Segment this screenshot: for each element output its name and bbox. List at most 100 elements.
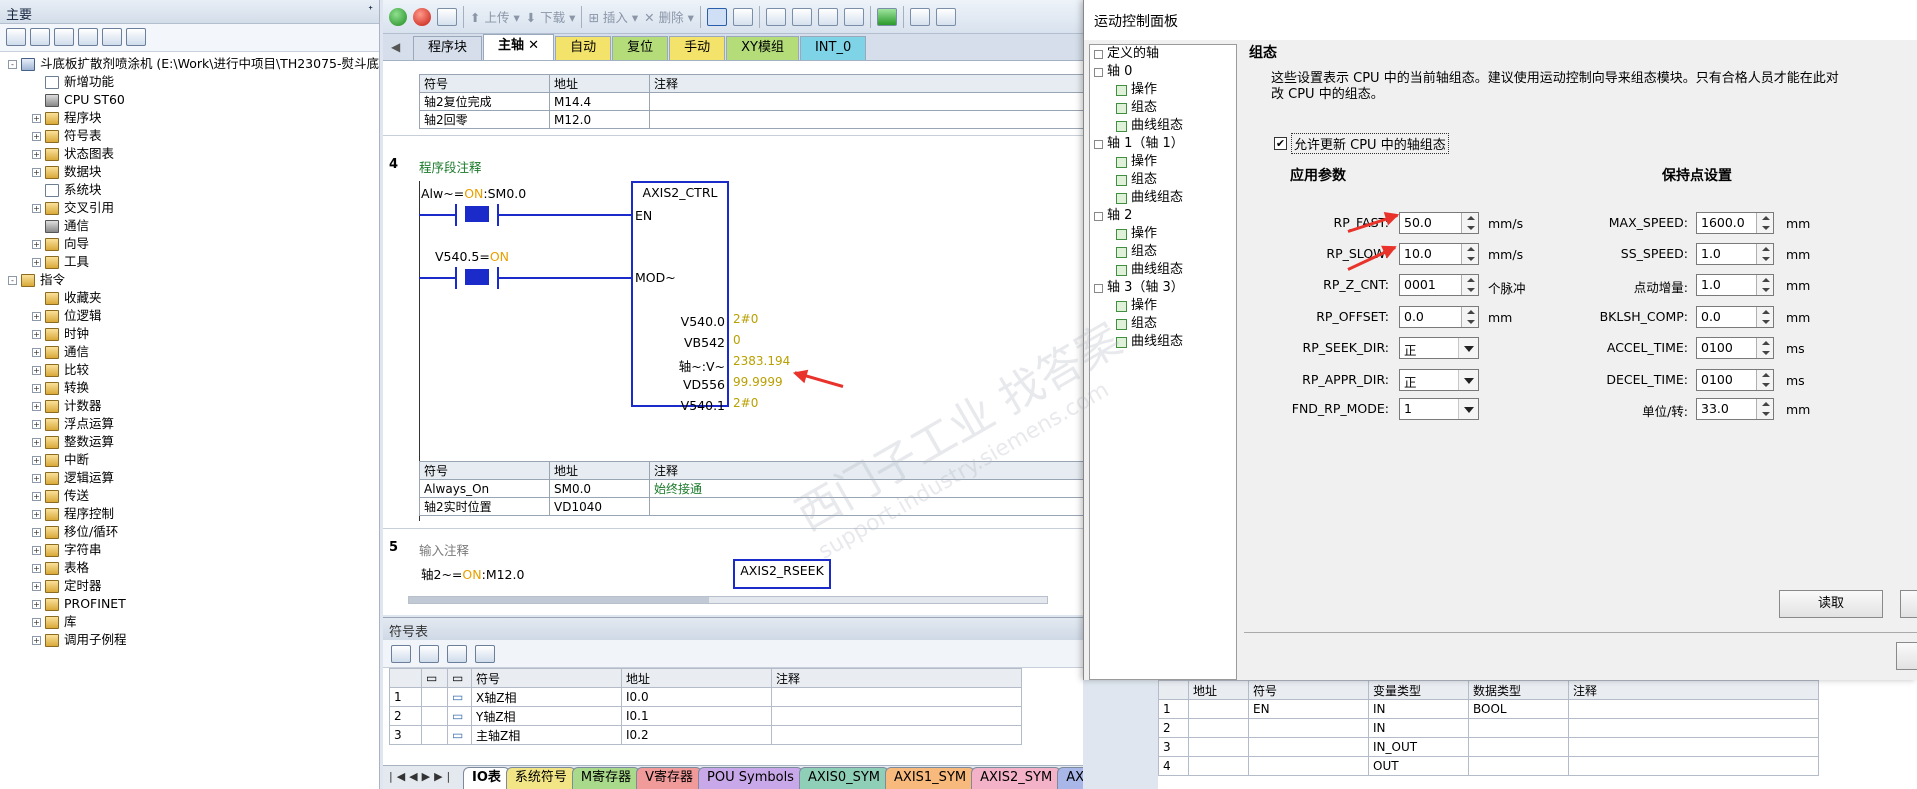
window-icon[interactable] [843,7,864,26]
add-row-icon[interactable] [391,645,411,663]
expand-icon[interactable]: + [32,113,41,123]
close-icon[interactable]: ✕ [524,38,539,53]
tree-item[interactable]: + 传送 [0,487,379,505]
tree-item[interactable]: + 转换 [0,379,379,397]
tree-item[interactable]: + 符号表 [0,127,379,145]
expand-icon[interactable]: + [32,545,41,555]
tree-item[interactable]: + 时钟 [0,325,379,343]
tree-item[interactable]: 系统块 [0,181,379,199]
expand-icon[interactable]: + [32,329,41,339]
tree-item[interactable]: + 位逻辑 [0,307,379,325]
tree-item[interactable]: + 程序控制 [0,505,379,523]
expand-icon[interactable]: + [32,131,41,141]
symtab-1[interactable]: 系统符号 [505,767,576,789]
upload-button[interactable]: ⬆ 上传 ▾ [470,7,520,26]
expand-icon[interactable]: + [32,491,41,501]
tree-item[interactable]: + 向导 [0,235,379,253]
spinner-arrows-icon[interactable] [1756,244,1773,264]
tab-4[interactable]: 手动 [669,36,726,60]
expand-icon[interactable]: + [32,203,41,213]
tree-item[interactable]: + 移位/循环 [0,523,379,541]
expand-icon[interactable]: + [32,149,41,159]
param-spin-input[interactable]: 10.0 [1399,243,1479,265]
function-block-axis2-ctrl[interactable]: AXIS2_CTRL EN MOD~ V540.0 VB542 轴~:V~ VD… [631,181,729,413]
expand-icon[interactable]: + [32,437,41,447]
expand-icon[interactable]: + [32,257,41,267]
axis-tree-item[interactable]: 轴 2 [1090,207,1236,225]
grid-icon[interactable] [30,28,50,46]
expand-icon[interactable]: + [32,383,41,393]
window-icon[interactable] [791,7,812,26]
axis-tree-item[interactable]: 操作 [1090,153,1236,171]
expand-icon[interactable] [1094,67,1103,77]
window-icon[interactable] [817,7,838,26]
axis-tree-item[interactable]: 组态 [1090,171,1236,189]
expand-icon[interactable]: + [32,581,41,591]
param-select[interactable]: 正 [1399,337,1479,359]
expand-icon[interactable]: + [32,311,41,321]
download-button[interactable]: ⬇ 下载 ▾ [526,7,576,26]
pin-icon[interactable]: ᐩ [368,4,373,19]
dialog-button-partial[interactable] [1900,590,1917,618]
expand-icon[interactable]: + [32,365,41,375]
horizontal-scrollbar[interactable] [408,596,1048,604]
expand-icon[interactable]: + [32,563,41,573]
tree-item[interactable]: + 调用子例程 [0,631,379,649]
function-block-axis2-rseek[interactable]: AXIS2_RSEEK [733,559,831,589]
read-button[interactable]: 读取 [1779,590,1883,618]
param-spin-input[interactable]: 0.0 [1696,306,1774,328]
normally-open-contact[interactable] [455,204,499,226]
dialog-button-partial[interactable] [1896,642,1917,670]
document-icon[interactable] [54,28,74,46]
expand-icon[interactable]: + [32,527,41,537]
spinner-arrows-icon[interactable] [1461,213,1478,233]
spinner-arrows-icon[interactable] [1461,307,1478,327]
expand-icon[interactable]: + [32,419,41,429]
tree-item[interactable]: 收藏夹 [0,289,379,307]
param-select[interactable]: 正 [1399,369,1479,391]
spinner-arrows-icon[interactable] [1756,275,1773,295]
chevron-down-icon[interactable] [1458,399,1478,419]
expand-icon[interactable] [1094,49,1103,59]
axis-tree-item[interactable]: 轴 0 [1090,63,1236,81]
tree-item[interactable]: + 逻辑运算 [0,469,379,487]
tab-6[interactable]: INT_0 [799,36,867,60]
network-comment[interactable]: 程序段注释 [419,157,482,176]
symtab-7[interactable]: AXIS2_SYM [971,767,1062,789]
expand-icon[interactable]: + [32,239,41,249]
tree-item[interactable]: - 斗底板扩散剂喷涂机 (E:\Work\进行中项目\TH23075-熨斗底 [0,55,379,73]
lock-icon[interactable] [909,7,930,26]
param-spin-input[interactable]: 0100 [1696,337,1774,359]
network-comment[interactable]: 输入注释 [419,540,469,559]
param-spin-input[interactable]: 0001 [1399,274,1479,296]
expand-icon[interactable]: + [32,167,41,177]
param-spin-input[interactable]: 1.0 [1696,243,1774,265]
checkbox-icon[interactable]: ✔ [1274,137,1287,150]
tree-item[interactable]: + 状态图表 [0,145,379,163]
insert-button[interactable]: ⊞ 插入 ▾ [588,7,638,26]
axis-tree-item[interactable]: 组态 [1090,99,1236,117]
axis-tree-item[interactable]: 曲线组态 [1090,261,1236,279]
tab-0[interactable]: 程序块 [413,36,483,60]
axis-tree-item[interactable]: 组态 [1090,243,1236,261]
tree-item[interactable]: + 交叉引用 [0,199,379,217]
expand-icon[interactable] [1094,139,1103,149]
expand-icon[interactable]: + [32,473,41,483]
normally-open-contact[interactable] [455,267,499,289]
expand-icon[interactable]: + [32,599,41,609]
symtab-6[interactable]: AXIS1_SYM [885,767,976,789]
arrow-right-icon[interactable] [876,7,897,26]
delete-button[interactable]: ✕ 删除 ▾ [644,7,694,26]
spinner-arrows-icon[interactable] [1756,399,1773,419]
spinner-arrows-icon[interactable] [1756,370,1773,390]
tree-item[interactable]: + 字符串 [0,541,379,559]
expand-icon[interactable]: + [32,347,41,357]
table-row[interactable]: 1 EN IN BOOL [1158,699,1819,719]
spinner-arrows-icon[interactable] [1756,213,1773,233]
symtab-4[interactable]: POU Symbols [698,767,803,789]
allow-update-checkbox[interactable]: ✔ 允许更新 CPU 中的轴组态 [1274,133,1449,154]
expand-icon[interactable]: + [32,617,41,627]
symtab-0[interactable]: IO表 [463,767,510,789]
chevron-down-icon[interactable] [1458,370,1478,390]
symtab-3[interactable]: V寄存器 [636,767,703,789]
